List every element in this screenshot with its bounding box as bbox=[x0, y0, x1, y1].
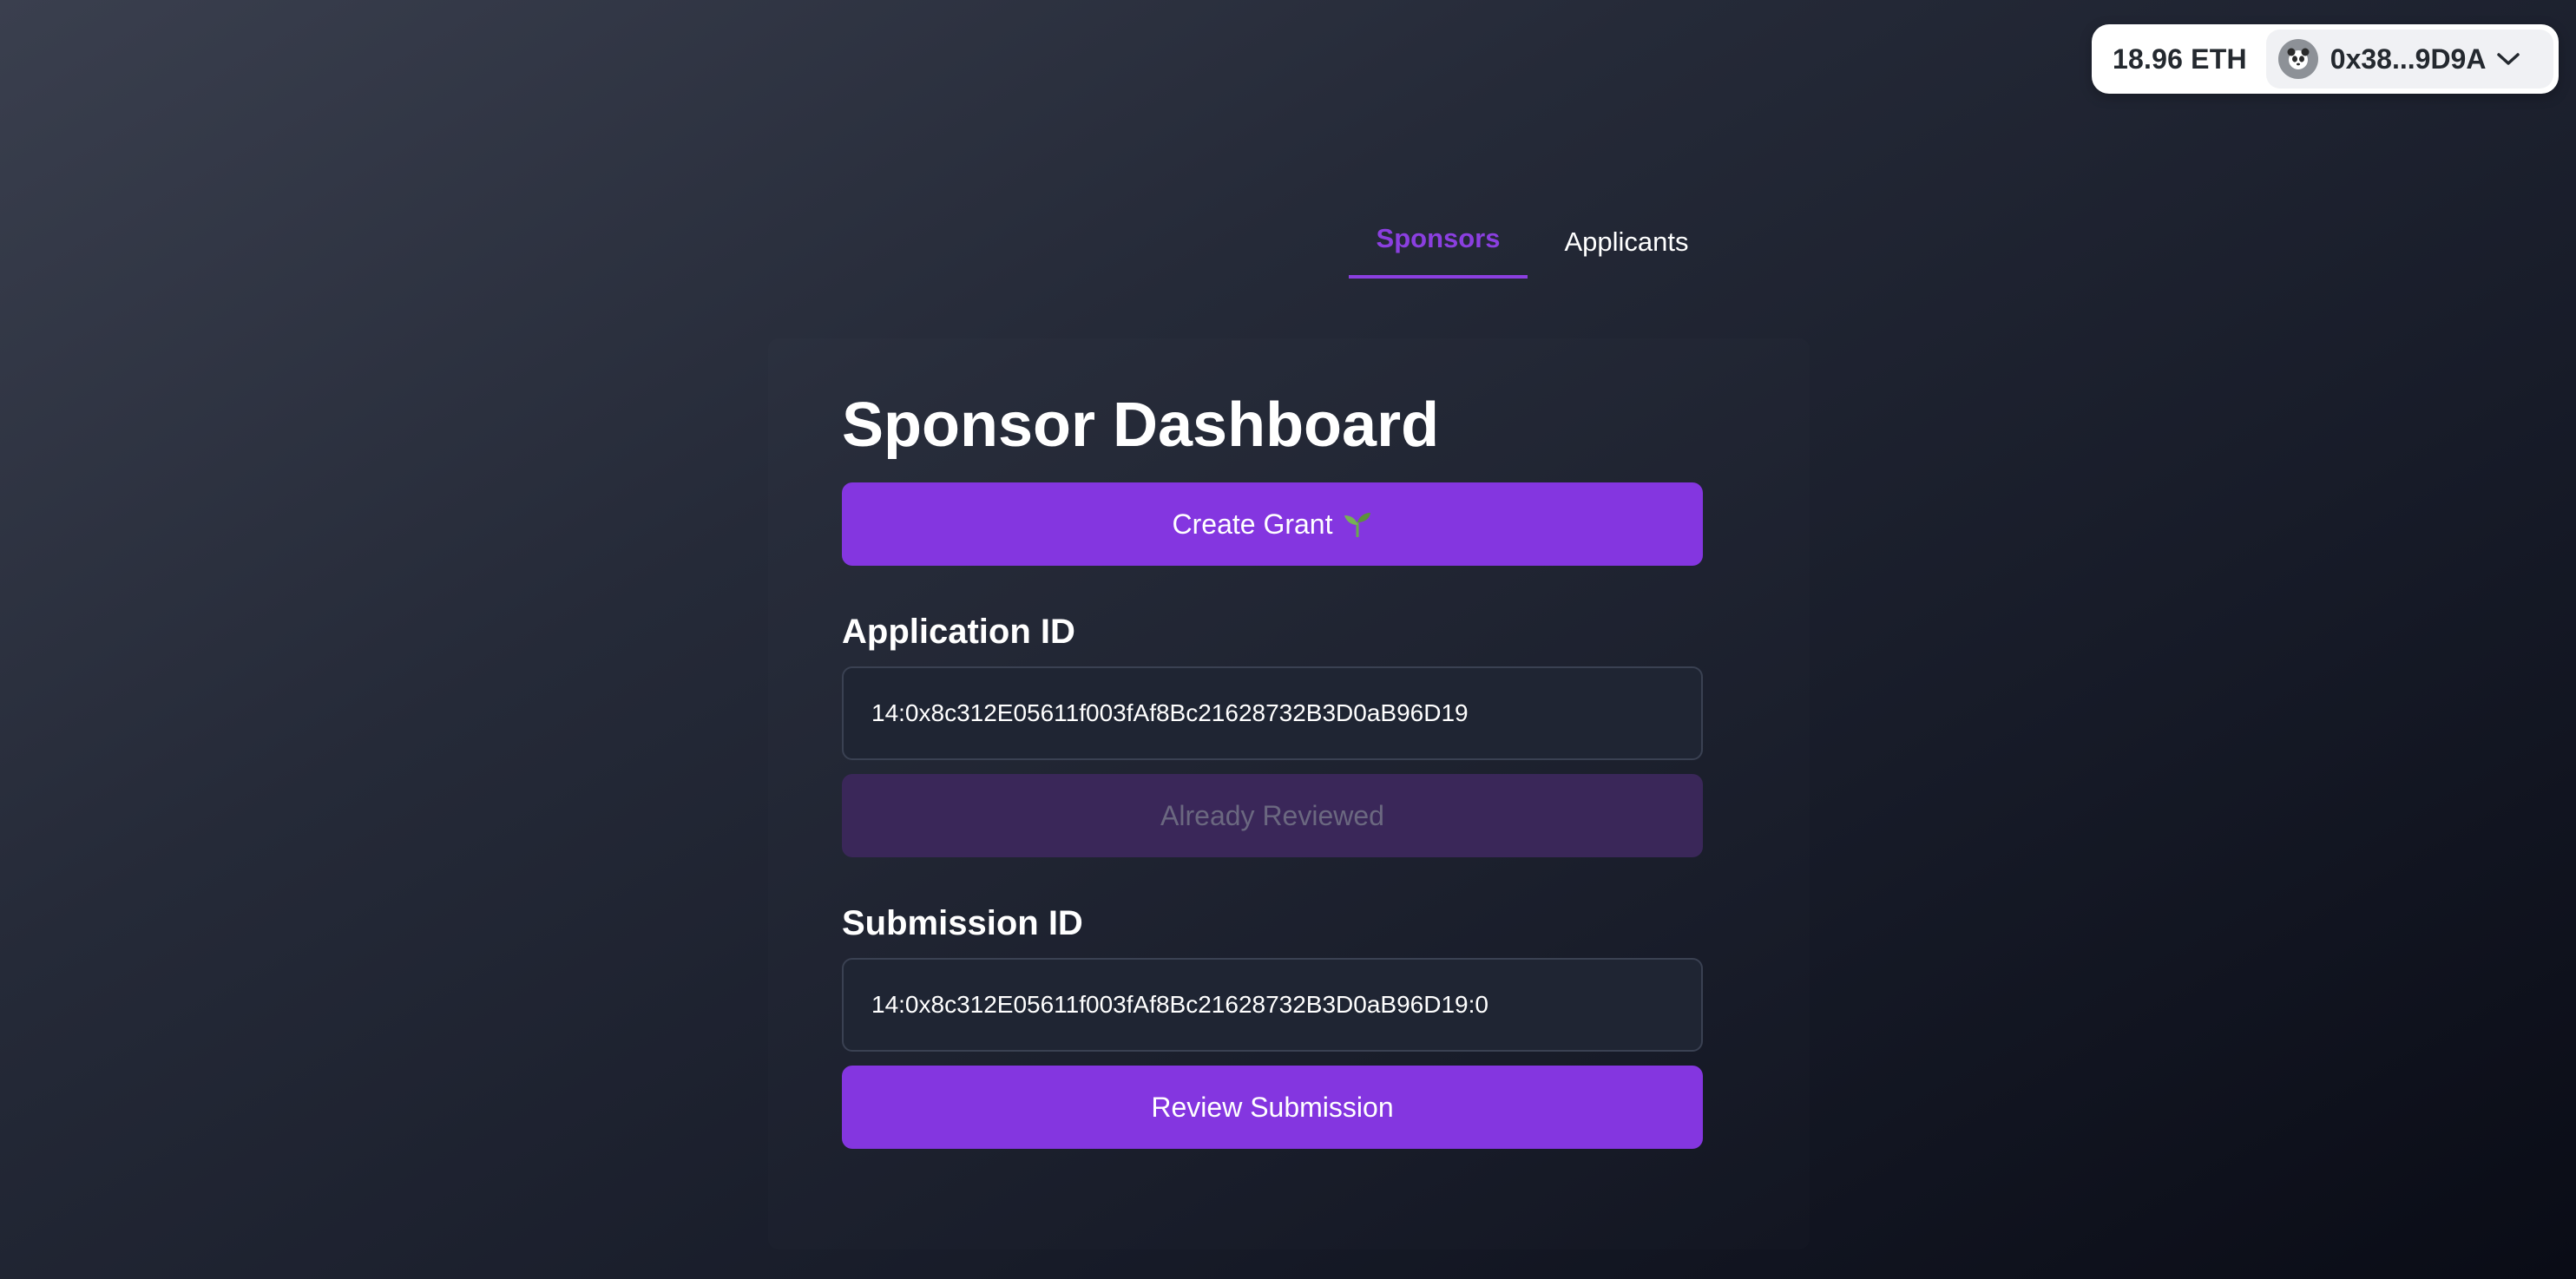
tab-applicants[interactable]: Applicants bbox=[1548, 213, 1705, 279]
already-reviewed-button: Already Reviewed bbox=[842, 774, 1703, 857]
sponsor-dashboard: Sponsor Dashboard Create Grant Applicati… bbox=[842, 382, 1703, 1149]
submission-id-label: Submission ID bbox=[842, 904, 1083, 942]
review-submission-button[interactable]: Review Submission bbox=[842, 1066, 1703, 1149]
application-id-input[interactable] bbox=[842, 666, 1703, 760]
wallet-balance: 18.96 ETH bbox=[2113, 43, 2247, 75]
wallet-widget: 18.96 ETH 0x38...9D9A bbox=[2092, 24, 2559, 94]
wallet-address: 0x38...9D9A bbox=[2330, 43, 2487, 75]
tab-bar: Sponsors Applicants bbox=[1349, 213, 1705, 279]
account-button[interactable]: 0x38...9D9A bbox=[2265, 30, 2553, 89]
seedling-icon bbox=[1343, 511, 1372, 537]
panda-avatar-icon bbox=[2277, 39, 2318, 79]
tab-sponsors[interactable]: Sponsors bbox=[1349, 213, 1528, 279]
page-title: Sponsor Dashboard bbox=[842, 390, 1440, 460]
application-id-label: Application ID bbox=[842, 613, 1075, 651]
submission-id-input[interactable] bbox=[842, 958, 1703, 1052]
chevron-down-icon bbox=[2496, 50, 2520, 68]
create-grant-button[interactable]: Create Grant bbox=[842, 482, 1703, 566]
create-grant-label: Create Grant bbox=[1172, 508, 1333, 540]
